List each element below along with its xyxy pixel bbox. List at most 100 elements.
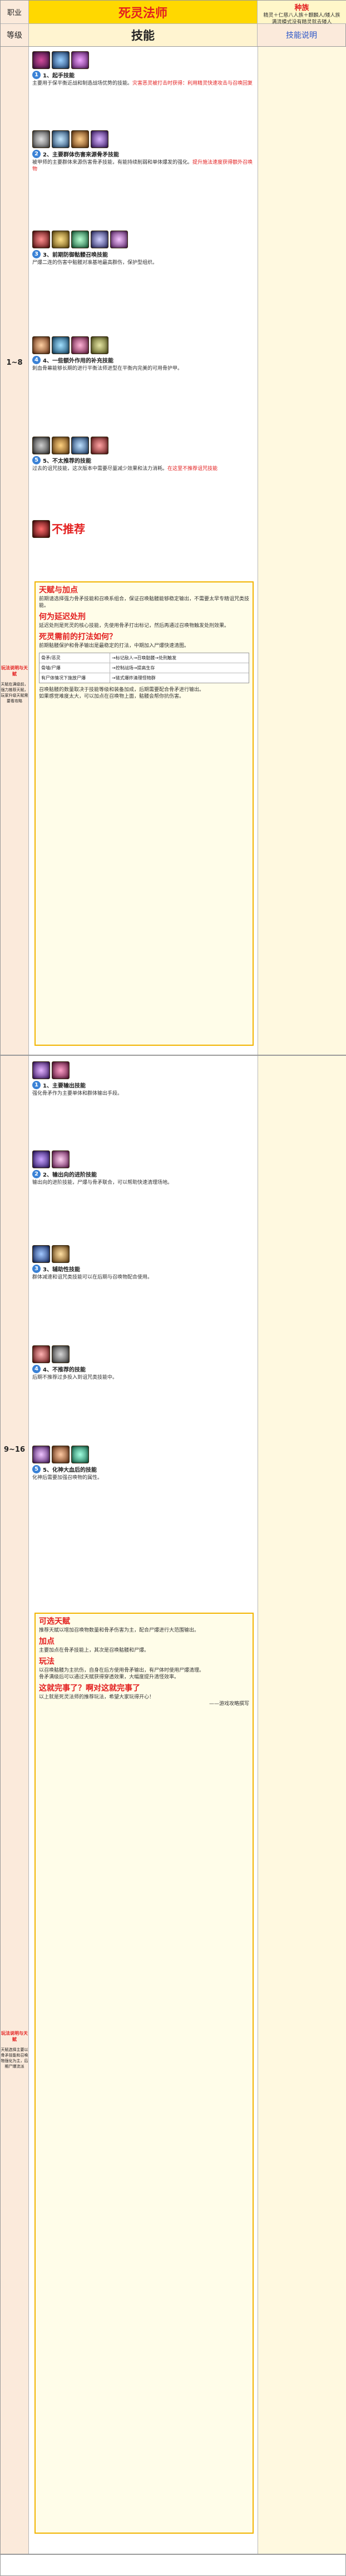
guide-box-1: 天赋与加点 前期请选择强力骨矛技能和召唤系组合，保证召唤骷髅能够稳定输出，不需要… [34, 581, 254, 1046]
skill-icon[interactable] [52, 1345, 70, 1363]
skill-icon[interactable] [91, 130, 108, 148]
skill-icon[interactable] [32, 130, 50, 148]
flow-row: 骨矛/恶灵 →标记敌人→召唤骷髅→处刑触发 [39, 653, 249, 663]
skill-highlight: 灾害恶灵被打击时获得：利用精灵快速攻击与召唤回复 [132, 81, 253, 86]
skill-icon[interactable] [32, 520, 50, 538]
level-range: 1~8 [6, 359, 23, 367]
num-badge: 1 [32, 1081, 41, 1089]
skill-icon[interactable] [32, 231, 50, 248]
skill-block-3: 3 3、前期防御骷髅召唤技能 尸爆二连的伤害中骷髅对准基地最高群伤，保护型组织。 [32, 231, 254, 266]
skill-icon[interactable] [52, 1061, 70, 1079]
skill-icon[interactable] [32, 1245, 50, 1263]
skill-icon[interactable] [52, 1446, 70, 1463]
column-headers: 等级 技能 技能说明 [1, 24, 345, 47]
side-note: 玩法说明与天赋 [1, 665, 28, 677]
skill-block-1: 1 1、起手技能 主要用于保平衡近战和制造战场优势的技能。灾害恶灵被打击时获得：利… [32, 51, 254, 87]
skill-block-5: 5 5、化神大血后的技能 化神后需要加强召唤物的属性。 [32, 1446, 254, 1481]
skill-title: 4、不推荐的技能 [43, 1367, 86, 1373]
explain-column [258, 47, 346, 1055]
skill-text: 化神后需要加强召唤物的属性。 [32, 1475, 103, 1481]
skill-icon[interactable] [32, 1150, 50, 1168]
skill-icon[interactable] [32, 336, 50, 354]
skill-title: 4、一些额外作用的补充技能 [43, 358, 113, 364]
not-recommended: 不推荐 [32, 520, 254, 538]
skill-icon[interactable] [91, 437, 108, 454]
level-range: 9~16 [3, 1446, 26, 1454]
guide-sheet: 职业 死灵法师 种族 精灵＋仁慈八人族＋麒麟人/矮人族 满流模式没有精灵就去矮人… [0, 0, 346, 2576]
skill-highlight: 在这里不推荐诅咒技能 [167, 466, 218, 472]
skill-icon[interactable] [71, 437, 89, 454]
skill-title: 1、起手技能 [43, 73, 75, 79]
level-header: 等级 [1, 24, 29, 46]
skill-icon[interactable] [110, 231, 128, 248]
explain-column [258, 1056, 346, 2554]
job-label: 职业 [1, 1, 29, 24]
flow-row: 有尸体情况下施放尸爆 →链式爆炸清理怪物群 [39, 673, 249, 683]
skill-icon[interactable] [52, 51, 70, 69]
skill-icon[interactable] [32, 437, 50, 454]
skill-text: 刺血骨幕能够长期的进行平衡法师进型在平衡内完美的可用骨护甲。 [32, 366, 183, 371]
skill-icon[interactable] [32, 51, 50, 69]
skill-title: 2、输出向的进阶技能 [43, 1172, 97, 1178]
skill-text: 尸爆二连的伤害中骷髅对准基地最高群伤，保护型组织。 [32, 260, 158, 266]
guide-heading: 天赋与加点 [39, 586, 78, 595]
skill-icon[interactable] [71, 130, 89, 148]
skill-icon[interactable] [52, 437, 70, 454]
side-note: 玩法说明与天赋 [1, 2031, 28, 2042]
skill-block-4: 4 4、不推荐的技能 后期不推荐过多投入到诅咒类技能中。 [32, 1345, 254, 1381]
skill-text: 被甲师的主要群体来源伤害骨矛技能，有能持续削弱和单体爆发的强化。 [32, 160, 193, 165]
guide-paragraph: 召唤骷髅的数量取决于技能等级和装备加成，后期需要配合骨矛进行输出。 [39, 687, 205, 693]
skill-block-2: 2 2、输出向的进阶技能 输出向的进阶技能，尸爆与骨矛联合，可以帮助快速清理场地。 [32, 1150, 254, 1186]
num-badge: 2 [32, 150, 41, 158]
skill-icon[interactable] [32, 1345, 50, 1363]
skill-icon[interactable] [71, 51, 89, 69]
skill-icon[interactable] [71, 336, 89, 354]
guide-paragraph: 前期骷髅保护和骨矛输出是最稳定的打法，中期加入尸爆快速清图。 [39, 643, 190, 649]
guide-box-2: 可选天赋 推荐天赋以增加召唤物数量和骨矛伤害为主，配合尸爆进行大范围输出。 加点… [34, 1613, 254, 2534]
skill-icon[interactable] [32, 1446, 50, 1463]
not-recommended-label: 不推荐 [52, 522, 85, 536]
skill-block-4: 4 4、一些额外作用的补充技能 刺血骨幕能够长期的进行平衡法师进型在平衡内完美的可… [32, 336, 254, 372]
skill-icon[interactable] [91, 231, 108, 248]
skill-icon[interactable] [52, 1245, 70, 1263]
skill-title: 3、辅助性技能 [43, 1267, 80, 1273]
skill-icon[interactable] [52, 336, 70, 354]
level-column: 9~16 玩法说明与天赋 天赋选择主要以骨矛技能和召唤物强化为主，后期尸爆流派 [1, 1056, 29, 2554]
skill-title: 3、前期防御骷髅召唤技能 [43, 252, 108, 258]
guide-heading: 加点 [39, 1637, 55, 1646]
flow-table: 骨矛/恶灵 →标记敌人→召唤骷髅→处刑触发 骨墙/尸爆 →控制战场→提高生存 有尸体… [39, 653, 249, 683]
guide-paragraph: 延迟处刑是死灵的核心技能，先使用骨矛打出标记，然后再通过召唤物触发处刑效果。 [39, 623, 230, 629]
race-cell: 种族 精灵＋仁慈八人族＋麒麟人/矮人族 满流模式没有精灵就去矮人 [257, 1, 346, 25]
section-levels-1-8: 1~8 玩法说明与天赋 天赋在满级前，强力推荐天赋，玩家升级天赋需要看攻略 11… [1, 47, 346, 1056]
skill-icon[interactable] [52, 1150, 70, 1168]
guide-heading: 死灵需前的打法如何？ [39, 633, 117, 641]
skill-icon[interactable] [71, 1446, 89, 1463]
num-badge: 4 [32, 1365, 41, 1373]
skill-icon[interactable] [52, 130, 70, 148]
guide-paragraph: 以召唤骷髅为主抗伤，自身在后方使用骨矛输出，有尸体时使用尸爆清理。 [39, 1668, 205, 1673]
skill-icon[interactable] [32, 1061, 50, 1079]
num-badge: 5 [32, 1465, 41, 1473]
guide-heading: 这就完事了？啊对这就完事了 [39, 1684, 140, 1693]
skill-text: 过去的诅咒技能，这次版本中需要尽量减少效果和法力消耗。 [32, 466, 168, 472]
skill-text: 强化骨矛作为主要单体和群体输出手段。 [32, 1091, 123, 1096]
skill-text: 主要用于保平衡近战和制造战场优势的技能。 [32, 81, 133, 86]
skills-main: 1 1、主要输出技能 强化骨矛作为主要单体和群体输出手段。 2 2、输出向的进阶技能… [29, 1056, 257, 2554]
level-column: 1~8 玩法说明与天赋 天赋在满级前，强力推荐天赋，玩家升级天赋需要看攻略 [1, 47, 29, 1055]
explain-header[interactable]: 技能说明 [258, 24, 345, 46]
guide-heading: 可选天赋 [39, 1617, 70, 1626]
skill-icon-row [32, 51, 254, 69]
skill-block-2: 2 2、主要群体伤害来源骨矛技能 被甲师的主要群体来源伤害骨矛技能，有能持续削弱和… [32, 130, 254, 173]
num-badge: 5 [32, 456, 41, 464]
flow-row: 骨墙/尸爆 →控制战场→提高生存 [39, 663, 249, 673]
skill-icon[interactable] [91, 336, 108, 354]
guide-paragraph: 推荐天赋以增加召唤物数量和骨矛伤害为主，配合尸爆进行大范围输出。 [39, 1628, 200, 1633]
skill-icon[interactable] [52, 231, 70, 248]
section-levels-9-16: 9~16 玩法说明与天赋 天赋选择主要以骨矛技能和召唤物强化为主，后期尸爆流派 … [1, 1056, 346, 2555]
footer-space [1, 2557, 345, 2573]
skill-icon[interactable] [71, 231, 89, 248]
num-badge: 2 [32, 1170, 41, 1178]
skill-text: 输出向的进阶技能，尸爆与骨矛联合，可以帮助快速清理场地。 [32, 1180, 173, 1186]
guide-paragraph: 前期请选择强力骨矛技能和召唤系组合，保证召唤骷髅能够稳定输出，不需要太早专精诅咒… [39, 596, 250, 609]
skill-block-1: 1 1、主要输出技能 强化骨矛作为主要单体和群体输出手段。 [32, 1061, 254, 1097]
